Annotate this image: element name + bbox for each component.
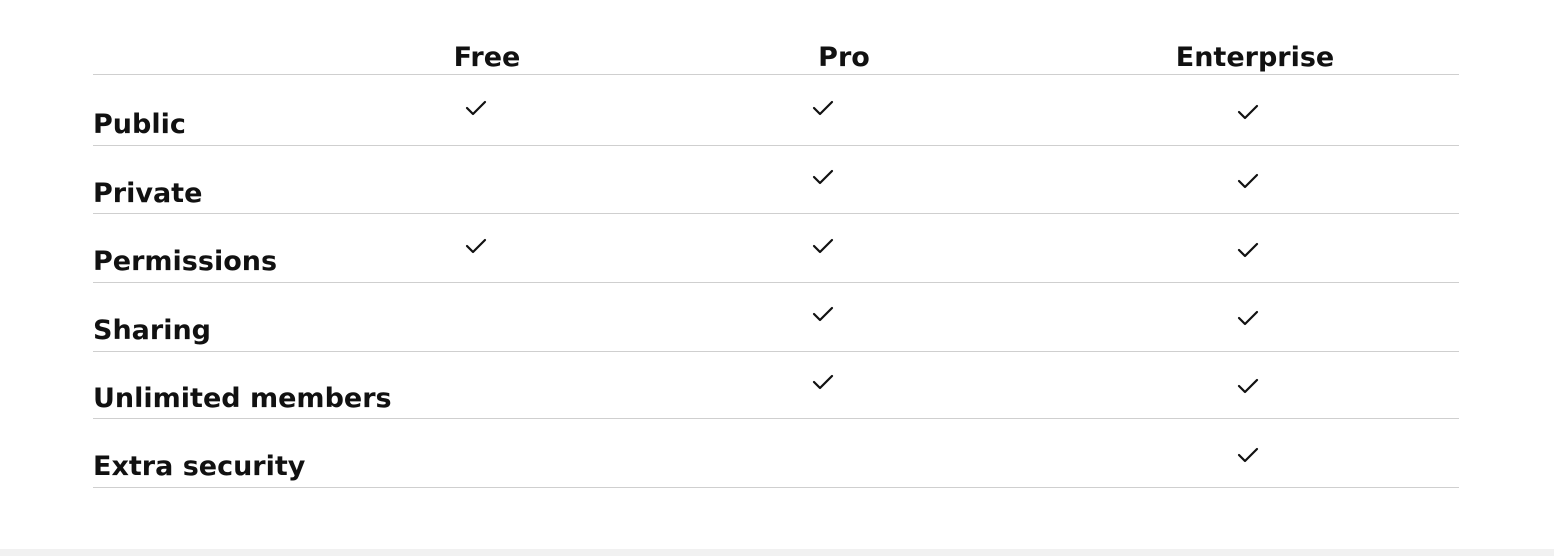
column-header-pro: Pro: [818, 42, 870, 73]
check-icon: [812, 306, 834, 322]
pricing-comparison-table: Free Pro Enterprise Public Private Permi…: [93, 0, 1459, 500]
check-icon: [465, 238, 487, 254]
page-bottom-band: [0, 549, 1554, 556]
column-header-enterprise: Enterprise: [1175, 42, 1335, 73]
row-divider: [93, 418, 1459, 419]
check-icon: [1237, 310, 1259, 326]
row-label-permissions: Permissions: [93, 246, 278, 277]
row-divider: [93, 145, 1459, 146]
check-icon: [1237, 104, 1259, 120]
check-icon: [812, 374, 834, 390]
row-label-private: Private: [93, 178, 203, 209]
check-icon: [1237, 173, 1259, 189]
check-icon: [812, 238, 834, 254]
check-icon: [812, 169, 834, 185]
header-divider: [93, 74, 1459, 75]
row-divider: [93, 487, 1459, 488]
check-icon: [465, 100, 487, 116]
check-icon: [1237, 242, 1259, 258]
row-label-public: Public: [93, 109, 186, 140]
row-label-extra-security: Extra security: [93, 451, 306, 482]
column-header-free: Free: [453, 42, 521, 73]
check-icon: [1237, 378, 1259, 394]
row-label-unlimited-members: Unlimited members: [93, 383, 392, 414]
check-icon: [1237, 447, 1259, 463]
row-divider: [93, 351, 1459, 352]
row-label-sharing: Sharing: [93, 315, 212, 346]
check-icon: [812, 100, 834, 116]
row-divider: [93, 213, 1459, 214]
row-divider: [93, 282, 1459, 283]
